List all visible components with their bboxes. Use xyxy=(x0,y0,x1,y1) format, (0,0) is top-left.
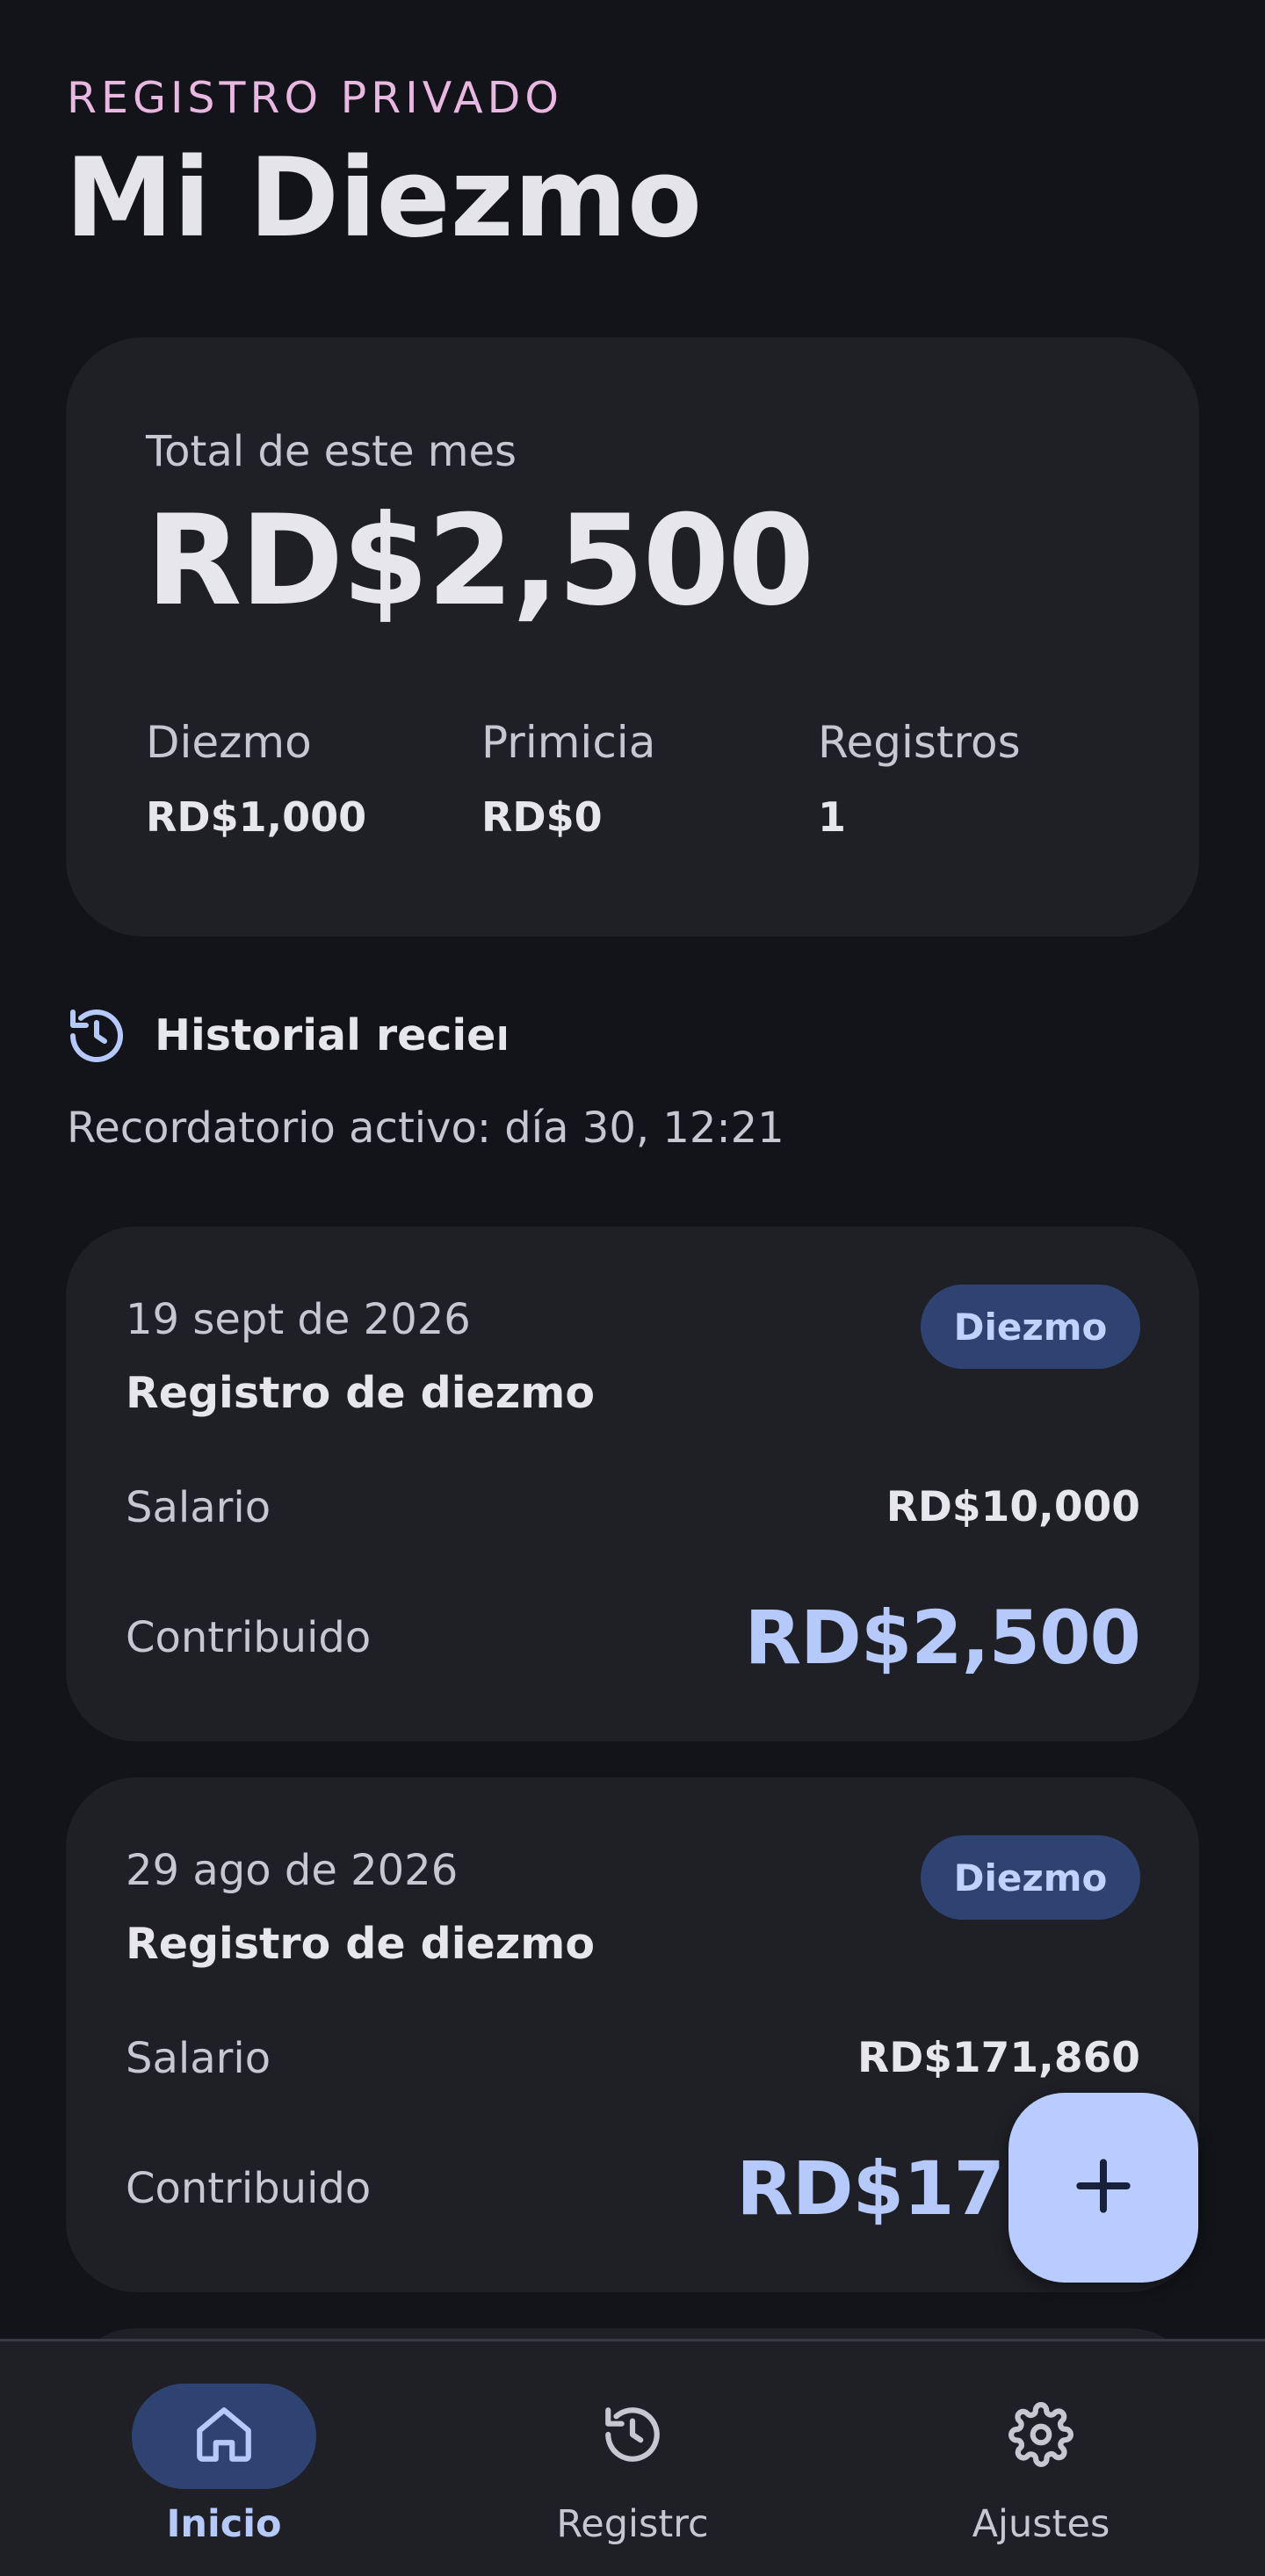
history-title: Historial recient xyxy=(155,1010,506,1060)
eyebrow-label: REGISTRO PRIVADO xyxy=(67,73,563,123)
nav-label: Inicio xyxy=(166,2502,282,2546)
record-date: 29 ago de 2026 xyxy=(126,1846,459,1895)
app-screen: REGISTRO PRIVADO Mi Diezmo Total de este… xyxy=(0,0,1265,2576)
monthly-summary-card: Total de este mes RD$2,500 Diezmo RD$1,0… xyxy=(66,337,1199,937)
history-icon xyxy=(600,2402,665,2471)
salary-label: Salario xyxy=(126,1483,271,1532)
contributed-amount: RD$17 xyxy=(736,2145,1005,2232)
stat-diezmo: Diezmo RD$1,000 xyxy=(146,715,462,842)
add-record-button[interactable] xyxy=(1008,2093,1198,2283)
salary-label: Salario xyxy=(126,2034,271,2083)
record-type-badge: Diezmo xyxy=(921,1284,1140,1369)
home-icon xyxy=(192,2402,257,2471)
contributed-label: Contribuido xyxy=(126,2164,372,2213)
stat-primicia: Primicia RD$0 xyxy=(481,715,798,842)
page-title: Mi Diezmo xyxy=(65,135,703,262)
stat-value: RD$1,000 xyxy=(146,793,367,841)
nav-item-ajustes[interactable]: Ajustes xyxy=(909,2384,1173,2549)
reminder-text: Recordatorio activo: día 30, 12:21 xyxy=(67,1103,784,1153)
stat-value: 1 xyxy=(818,793,847,841)
nav-icon-container xyxy=(540,2384,725,2489)
stat-label: Primicia xyxy=(481,717,656,768)
salary-value: RD$10,000 xyxy=(886,1483,1140,1531)
bottom-navigation: Inicio Registrc Ajustes xyxy=(0,2339,1265,2576)
record-title: Registro de diezmo xyxy=(126,1368,596,1418)
stat-label: Diezmo xyxy=(146,717,312,768)
nav-icon-container xyxy=(949,2384,1133,2489)
summary-label: Total de este mes xyxy=(146,427,517,476)
nav-item-inicio[interactable]: Inicio xyxy=(92,2384,356,2549)
stat-label: Registros xyxy=(818,717,1021,768)
record-date: 19 sept de 2026 xyxy=(126,1295,471,1344)
stat-value: RD$0 xyxy=(481,793,603,841)
stat-registros: Registros 1 xyxy=(818,715,1134,842)
nav-label: Ajustes xyxy=(972,2502,1110,2546)
record-title: Registro de diezmo xyxy=(126,1919,596,1969)
record-card[interactable]: 19 sept de 2026 Registro de diezmo Diezm… xyxy=(66,1226,1199,1741)
gear-icon xyxy=(1008,2402,1073,2471)
record-type-badge: Diezmo xyxy=(921,1835,1140,1920)
history-section-header: Historial recient xyxy=(65,1005,506,1067)
summary-total: RD$2,500 xyxy=(146,488,814,633)
contributed-label: Contribuido xyxy=(126,1613,372,1662)
nav-item-registros[interactable]: Registrc xyxy=(501,2384,764,2549)
salary-value: RD$171,860 xyxy=(857,2034,1140,2082)
contributed-amount: RD$2,500 xyxy=(744,1595,1141,1681)
nav-label: Registrc xyxy=(556,2502,709,2546)
history-icon xyxy=(65,1004,128,1067)
plus-icon xyxy=(1068,2151,1138,2225)
nav-active-indicator xyxy=(132,2384,316,2489)
